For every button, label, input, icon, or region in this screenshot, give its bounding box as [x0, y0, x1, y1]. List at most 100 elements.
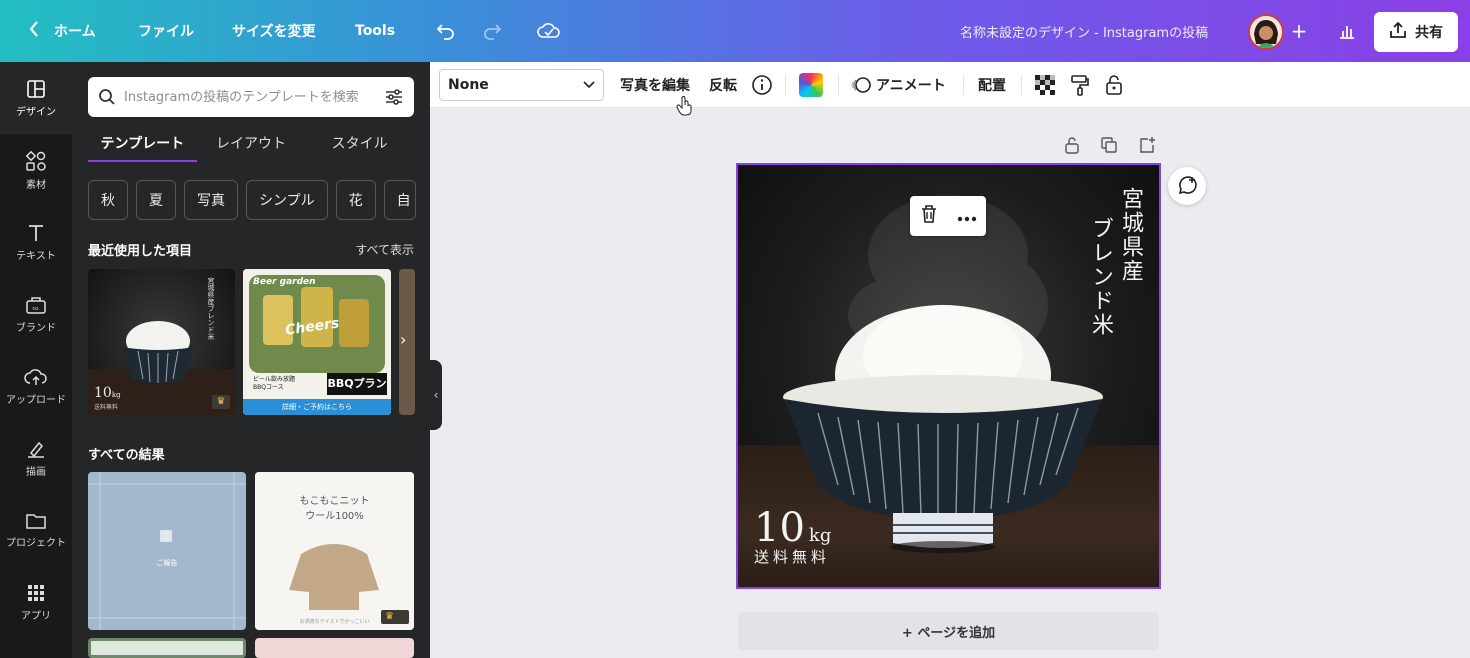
- upload-icon: [1389, 21, 1407, 43]
- recent-header: 最近使用した項目 すべて表示: [88, 240, 414, 259]
- vertical-text-col1[interactable]: 宮城県産: [1114, 187, 1146, 283]
- search-input[interactable]: [124, 89, 376, 105]
- position-button[interactable]: 配置: [978, 62, 1006, 108]
- share-label: 共有: [1415, 25, 1443, 41]
- tab-styles[interactable]: スタイル: [305, 130, 414, 162]
- rail-item-upload[interactable]: アップロード: [0, 350, 72, 422]
- chevron-down-icon: [583, 81, 595, 89]
- rail-item-brand[interactable]: co. ブランド: [0, 278, 72, 350]
- tab-layouts[interactable]: レイアウト: [197, 130, 306, 162]
- add-comment-button[interactable]: [1168, 167, 1206, 205]
- cloud-saved-icon[interactable]: [536, 0, 562, 62]
- filter-value: None: [448, 77, 489, 93]
- filter-select[interactable]: None: [439, 69, 604, 101]
- document-title[interactable]: 名称未設定のデザイン - Instagramの投稿: [960, 0, 1208, 62]
- chip-autumn[interactable]: 秋: [88, 180, 128, 220]
- crown-icon: ♛: [212, 395, 230, 409]
- blue-thumbnail: [88, 472, 246, 630]
- add-page-icon[interactable]: [1138, 136, 1156, 158]
- toolbar-divider: [963, 75, 964, 95]
- thumb-weight: 10kg: [94, 385, 121, 401]
- hand-cursor-icon: [676, 96, 694, 120]
- home-button[interactable]: ホーム: [28, 0, 96, 62]
- rail-item-projects[interactable]: プロジェクト: [0, 494, 72, 566]
- animate-icon: [851, 77, 871, 93]
- resize-menu[interactable]: サイズを変更: [232, 0, 316, 62]
- folder-icon: [26, 513, 46, 529]
- thumb-bbq-plan: BBQプラン: [327, 377, 387, 390]
- element-floating-menu: [910, 196, 986, 236]
- cloud-upload-icon: [24, 368, 47, 385]
- transparency-icon[interactable]: [1035, 62, 1055, 108]
- tab-templates[interactable]: テンプレート: [88, 130, 197, 162]
- thumb-vertical-text: 宮城県産ブレンド米: [207, 277, 215, 340]
- templates-panel: テンプレート レイアウト スタイル 秋 夏 写真 シンプル 花 自 最近使用した…: [72, 62, 430, 658]
- chip-flower[interactable]: 花: [335, 180, 376, 220]
- chip-simple[interactable]: シンプル: [246, 180, 328, 220]
- results-header: すべての結果: [88, 444, 414, 463]
- chevron-left-icon: [28, 20, 40, 42]
- animate-button[interactable]: アニメート: [850, 62, 946, 108]
- brand-icon: co.: [26, 296, 46, 314]
- lock-icon[interactable]: [1105, 62, 1123, 108]
- search-icon: [99, 89, 115, 105]
- trash-icon[interactable]: [920, 204, 938, 228]
- free-shipping-text[interactable]: 送料無料: [754, 546, 830, 567]
- chip-summer[interactable]: 夏: [136, 180, 176, 220]
- redo-icon[interactable]: [480, 0, 504, 62]
- panel-tabs: テンプレート レイアウト スタイル: [88, 130, 414, 162]
- user-avatar[interactable]: [1248, 14, 1284, 50]
- rail-item-elements[interactable]: 素材: [0, 134, 72, 206]
- draw-icon: [28, 441, 44, 458]
- add-collaborator-icon[interactable]: +: [1290, 0, 1308, 62]
- page-tools: [1064, 136, 1156, 158]
- recent-template-bbq[interactable]: Beer garden Cheers ビール飲み放題 BBQコース BBQプラン…: [243, 269, 391, 415]
- paint-roller-icon[interactable]: [1070, 62, 1090, 108]
- tools-menu[interactable]: Tools: [355, 0, 395, 62]
- vertical-text-col2[interactable]: ブレンド米: [1084, 217, 1116, 337]
- crown-icon: ♛: [385, 611, 394, 622]
- undo-icon[interactable]: [434, 0, 458, 62]
- info-icon[interactable]: [751, 62, 773, 108]
- results-title: すべての結果: [88, 448, 165, 463]
- rail-item-draw[interactable]: 描画: [0, 422, 72, 494]
- result-template-partial-2[interactable]: [255, 638, 414, 658]
- add-page-button[interactable]: + ページを追加: [738, 612, 1159, 650]
- top-bar: ホーム ファイル サイズを変更 Tools 名称未設定のデザイン - Insta…: [0, 0, 1470, 62]
- insights-icon[interactable]: [1336, 0, 1358, 62]
- duplicate-page-icon[interactable]: [1100, 136, 1118, 158]
- text-icon: [29, 224, 43, 241]
- animate-label: アニメート: [876, 78, 946, 94]
- result-template-blue[interactable]: ご報告: [88, 472, 246, 630]
- recent-title: 最近使用した項目: [88, 244, 193, 259]
- share-button[interactable]: 共有: [1374, 12, 1458, 52]
- thumb-knit-title: もこもこニット ウール100%: [299, 496, 370, 522]
- apps-icon: [28, 584, 44, 601]
- svg-text:co.: co.: [32, 306, 40, 312]
- toolbar-divider: [838, 75, 839, 95]
- recent-template-rice[interactable]: 宮城県産ブレンド米 10kg 送料無料 ♛: [88, 269, 235, 415]
- chip-photo[interactable]: 写真: [184, 180, 238, 220]
- result-template-partial-1[interactable]: [88, 638, 246, 658]
- collapse-panel-button[interactable]: ‹: [430, 360, 442, 430]
- rail-item-apps[interactable]: アプリ: [0, 566, 72, 638]
- thumb-free-text: 送料無料: [94, 404, 119, 411]
- see-all-link[interactable]: すべて表示: [355, 241, 414, 258]
- weight-text[interactable]: 10 kg: [754, 505, 831, 551]
- context-toolbar: None 写真を編集 反転 アニメート 配置: [430, 62, 1470, 108]
- file-menu[interactable]: ファイル: [138, 0, 194, 62]
- flip-button[interactable]: 反転: [709, 62, 737, 108]
- thumb-small-text: ビール飲み放題 BBQコース: [253, 376, 296, 391]
- more-options-icon[interactable]: [957, 207, 977, 226]
- template-search[interactable]: [88, 77, 414, 117]
- home-label: ホーム: [54, 24, 96, 40]
- chip-partial[interactable]: 自: [383, 180, 416, 220]
- rail-item-text[interactable]: テキスト: [0, 206, 72, 278]
- rail-item-design[interactable]: デザイン: [0, 62, 72, 134]
- lock-page-icon[interactable]: [1064, 136, 1080, 158]
- color-adjust-icon[interactable]: [799, 62, 823, 108]
- filter-icon[interactable]: [384, 88, 404, 106]
- result-template-knit[interactable]: もこもこニット ウール100% お洒落なテイストでかっこいい ♛: [255, 472, 414, 630]
- toolbar-divider: [785, 75, 786, 95]
- chevron-right-icon[interactable]: ›: [400, 330, 406, 349]
